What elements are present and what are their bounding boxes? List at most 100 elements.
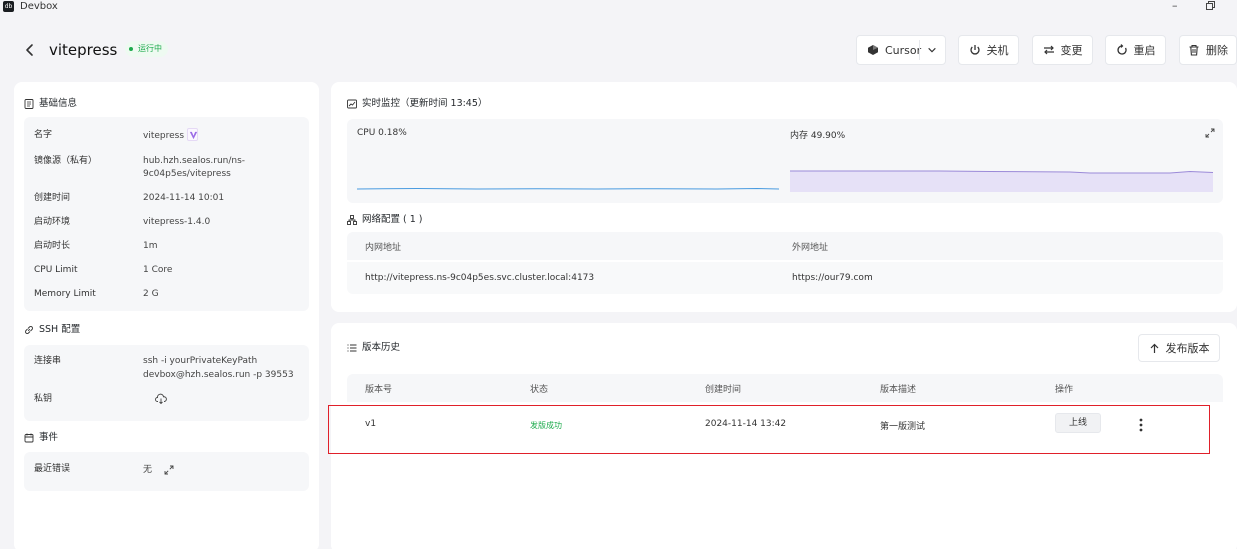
events-title-text: 事件 bbox=[39, 432, 59, 443]
info-value-name-text: vitepress bbox=[143, 131, 185, 141]
expand-icon[interactable] bbox=[164, 465, 174, 475]
info-label-created: 创建时间 bbox=[34, 193, 71, 203]
info-value-name: vitepress bbox=[143, 128, 199, 143]
network-table-header: 内网地址 外网地址 bbox=[347, 232, 1223, 260]
page-title: vitepress bbox=[49, 41, 118, 59]
info-value-uptime: 1m bbox=[143, 241, 158, 251]
info-label-image: 镜像源（私有） bbox=[34, 156, 98, 166]
monitor-title: 实时监控（更新时间 13:45） bbox=[347, 98, 487, 110]
version-history-title-text: 版本历史 bbox=[362, 342, 401, 353]
version-table-header: 版本号 状态 创建时间 版本描述 操作 bbox=[347, 374, 1223, 402]
version-history-panel: 版本历史 发布版本 版本号 状态 创建时间 版本描述 操作 v1 发版成功 20… bbox=[331, 323, 1237, 549]
network-title: 网络配置 ( 1 ) bbox=[347, 214, 423, 226]
shutdown-button[interactable]: 关机 bbox=[958, 35, 1019, 65]
monitor-panel: 实时监控（更新时间 13:45） CPU 0.18% 内存 49.90% 网络配… bbox=[331, 82, 1237, 312]
fullscreen-icon[interactable] bbox=[1205, 128, 1215, 138]
col-actions: 操作 bbox=[1055, 385, 1074, 395]
external-address-link[interactable]: https://our79.com bbox=[792, 273, 873, 283]
document-icon bbox=[24, 99, 34, 109]
minimize-icon[interactable]: – bbox=[1172, 0, 1178, 11]
back-arrow-icon[interactable] bbox=[22, 41, 38, 59]
delete-label: 删除 bbox=[1206, 44, 1228, 57]
info-value-memory: 2 G bbox=[143, 289, 159, 299]
col-external-address: 外网地址 bbox=[792, 243, 829, 253]
chevron-down-icon[interactable] bbox=[927, 45, 937, 55]
ssh-connection-line-1[interactable]: ssh -i yourPrivateKeyPath bbox=[143, 355, 257, 368]
status-dot-icon bbox=[129, 47, 133, 51]
col-version: 版本号 bbox=[365, 385, 393, 395]
chart-monitor-icon bbox=[347, 99, 357, 109]
cloud-download-icon[interactable] bbox=[155, 393, 167, 405]
change-label: 变更 bbox=[1060, 44, 1083, 57]
cpu-sparkline bbox=[357, 187, 779, 190]
restore-window-icon[interactable] bbox=[1206, 1, 1215, 10]
info-value-cpu: 1 Core bbox=[143, 265, 173, 275]
monitor-chart-box: CPU 0.18% 内存 49.90% bbox=[347, 119, 1223, 203]
info-label-cpu: CPU Limit bbox=[34, 265, 78, 275]
version-status: 发版成功 bbox=[530, 421, 562, 430]
list-icon bbox=[347, 344, 357, 352]
cursor-ide-icon bbox=[868, 45, 878, 55]
status-text: 运行中 bbox=[138, 44, 162, 53]
app-name: Devbox bbox=[20, 1, 58, 12]
info-label-env: 启动环境 bbox=[34, 217, 71, 227]
memory-sparkline bbox=[790, 170, 1213, 192]
version-description: 第一版测试 bbox=[880, 422, 926, 432]
power-icon bbox=[969, 45, 980, 55]
ssh-box: 连接串 ssh -i yourPrivateKeyPath devbox@hzh… bbox=[24, 345, 309, 421]
network-table-row: http://vitepress.ns-9c04p5es.svc.cluster… bbox=[347, 262, 1223, 294]
basic-info-box: 名字 vitepress 镜像源（私有） hub.hzh.sealos.run/… bbox=[24, 117, 309, 311]
arrow-up-icon bbox=[1150, 343, 1158, 353]
events-title: 事件 bbox=[24, 432, 58, 444]
info-label-uptime: 启动时长 bbox=[34, 241, 71, 251]
divider bbox=[919, 40, 920, 60]
page-header: vitepress 运行中 Cursor 关机 变更 重启 删除 bbox=[0, 30, 1237, 70]
info-label-name: 名字 bbox=[34, 130, 53, 140]
col-description: 版本描述 bbox=[880, 385, 917, 395]
ssh-connection-line-2[interactable]: devbox@hzh.sealos.run -p 39553 bbox=[143, 369, 294, 382]
private-key-label: 私钥 bbox=[34, 394, 53, 404]
memory-usage-label: 内存 49.90% bbox=[790, 131, 846, 141]
version-number: v1 bbox=[365, 419, 377, 429]
table-row: v1 发版成功 2024-11-14 13:42 第一版测试 上线 bbox=[347, 405, 1223, 445]
more-options-icon[interactable] bbox=[1137, 417, 1145, 433]
network-icon bbox=[347, 215, 357, 225]
internal-address[interactable]: http://vitepress.ns-9c04p5es.svc.cluster… bbox=[365, 273, 594, 283]
restart-button[interactable]: 重启 bbox=[1105, 35, 1166, 65]
version-history-title: 版本历史 bbox=[347, 342, 400, 354]
monitor-title-text: 实时监控（更新时间 13:45） bbox=[362, 98, 488, 109]
swap-icon bbox=[1043, 45, 1054, 55]
publish-version-label: 发布版本 bbox=[1165, 342, 1210, 355]
window-titlebar: db Devbox – bbox=[0, 0, 1237, 14]
info-value-created: 2024-11-14 10:01 bbox=[143, 193, 225, 203]
info-panel: 基础信息 名字 vitepress 镜像源（私有） hub.hzh.sealos… bbox=[14, 82, 319, 549]
go-online-button[interactable]: 上线 bbox=[1055, 413, 1101, 433]
ide-label: Cursor bbox=[885, 43, 922, 57]
shutdown-label: 关机 bbox=[986, 44, 1009, 57]
recent-error-label: 最近错误 bbox=[34, 464, 71, 474]
recent-error-value: 无 bbox=[143, 465, 153, 475]
ide-select-button[interactable]: Cursor bbox=[856, 35, 946, 65]
basic-info-title-text: 基础信息 bbox=[39, 98, 78, 109]
app-logo-icon: db bbox=[3, 1, 14, 12]
ssh-title: SSH 配置 bbox=[24, 324, 80, 336]
change-button[interactable]: 变更 bbox=[1032, 35, 1093, 65]
info-value-image: hub.hzh.sealos.run/ns- bbox=[143, 156, 246, 166]
cpu-usage-label: CPU 0.18% bbox=[357, 128, 407, 138]
basic-info-title: 基础信息 bbox=[24, 98, 77, 110]
info-value-image-2: 9c04p5es/vitepress bbox=[143, 169, 231, 179]
vitepress-logo-icon bbox=[187, 128, 199, 141]
col-status: 状态 bbox=[530, 385, 549, 395]
trash-icon bbox=[1189, 44, 1199, 56]
col-created: 创建时间 bbox=[705, 385, 742, 395]
restart-icon bbox=[1116, 44, 1127, 55]
publish-version-button[interactable]: 发布版本 bbox=[1138, 334, 1220, 362]
link-icon bbox=[25, 326, 33, 334]
version-created: 2024-11-14 13:42 bbox=[705, 419, 787, 429]
calendar-icon bbox=[24, 433, 34, 443]
delete-button[interactable]: 删除 bbox=[1179, 35, 1237, 65]
ssh-title-text: SSH 配置 bbox=[39, 324, 81, 335]
network-title-text: 网络配置 ( 1 ) bbox=[362, 214, 423, 225]
restart-label: 重启 bbox=[1133, 44, 1156, 57]
ssh-connection-label: 连接串 bbox=[34, 356, 62, 366]
